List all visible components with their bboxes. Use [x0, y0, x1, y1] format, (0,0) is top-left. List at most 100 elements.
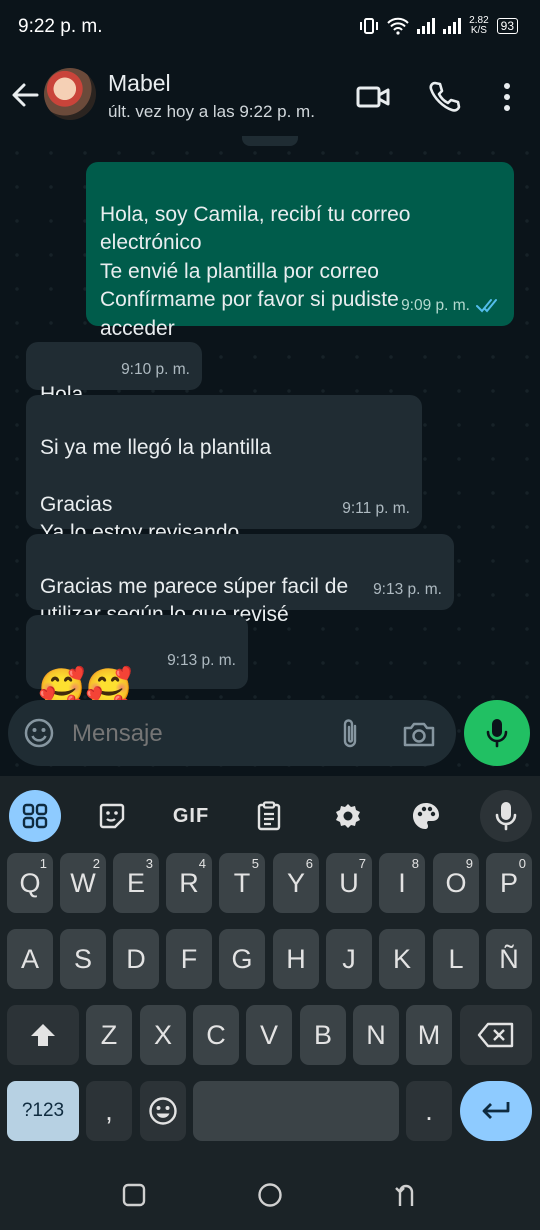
chat-area[interactable]: Hola, soy Camila, recibí tu correo elect…	[0, 136, 540, 776]
key-p[interactable]: P0	[486, 853, 532, 913]
net-speed: 2.82 K/S	[469, 16, 488, 36]
key-c[interactable]: C	[193, 1005, 239, 1065]
back-icon[interactable]	[394, 1182, 418, 1208]
status-icons: 2.82 K/S 93	[359, 16, 518, 36]
back-arrow-icon[interactable]	[10, 80, 40, 110]
message-time: 9:13 p. m.	[167, 652, 236, 669]
key-label: U	[339, 867, 359, 898]
system-nav-bar	[0, 1160, 540, 1230]
key-v[interactable]: V	[246, 1005, 292, 1065]
message-bubble-outgoing[interactable]: Hola, soy Camila, recibí tu correo elect…	[86, 162, 514, 340]
key-a[interactable]: A	[7, 929, 53, 989]
symbols-key[interactable]: ?123	[7, 1081, 79, 1141]
keyboard-apps-button[interactable]	[9, 790, 61, 842]
key-s[interactable]: S	[60, 929, 106, 989]
emoji-key[interactable]	[140, 1081, 186, 1141]
key-x[interactable]: X	[140, 1005, 186, 1065]
key-e[interactable]: E3	[113, 853, 159, 913]
key-label: Y	[286, 867, 305, 898]
camera-icon[interactable]	[402, 720, 436, 748]
key-w[interactable]: W2	[60, 853, 106, 913]
battery-level: 93	[496, 18, 518, 34]
backspace-key[interactable]	[460, 1005, 532, 1065]
voice-typing-button[interactable]	[480, 790, 532, 842]
key-q[interactable]: Q1	[7, 853, 53, 913]
signal-icon	[417, 18, 436, 34]
key-t[interactable]: T5	[219, 853, 265, 913]
message-input[interactable]	[70, 714, 324, 754]
home-icon[interactable]	[257, 1182, 283, 1208]
key-label: R	[179, 867, 199, 898]
emoji-icon[interactable]	[24, 718, 54, 748]
recent-apps-icon[interactable]	[122, 1183, 146, 1207]
key-n-tilde[interactable]: Ñ	[486, 929, 532, 989]
message-meta: 9:13 p. m.	[167, 639, 236, 683]
more-options-icon[interactable]	[490, 80, 524, 114]
enter-key[interactable]	[460, 1081, 532, 1141]
shift-icon	[31, 1024, 55, 1046]
video-call-icon[interactable]	[356, 80, 390, 114]
message-bubble-incoming[interactable]: Gracias me parece súper facil de utiliza…	[26, 534, 454, 626]
signal-icon-2	[443, 18, 462, 34]
period-key[interactable]: .	[406, 1081, 452, 1141]
key-f[interactable]: F	[166, 929, 212, 989]
voice-call-icon[interactable]	[427, 80, 461, 114]
key-label: T	[233, 867, 251, 898]
settings-button[interactable]	[322, 790, 374, 842]
key-label: W	[70, 867, 96, 898]
shift-key[interactable]	[7, 1005, 79, 1065]
emoji-icon	[149, 1097, 177, 1125]
key-h[interactable]: H	[273, 929, 319, 989]
key-hint: 2	[92, 856, 100, 871]
key-i[interactable]: I8	[379, 853, 425, 913]
comma-key[interactable]: ,	[86, 1081, 132, 1141]
key-z[interactable]: Z	[86, 1005, 132, 1065]
key-hint: 7	[358, 856, 366, 871]
message-time: 9:09 p. m.	[401, 296, 470, 314]
clipboard-button[interactable]	[243, 790, 295, 842]
space-key[interactable]	[193, 1081, 399, 1141]
key-hint: 3	[145, 856, 153, 871]
key-r[interactable]: R4	[166, 853, 212, 913]
key-u[interactable]: U7	[326, 853, 372, 913]
message-composer[interactable]	[8, 700, 456, 766]
message-bubble-incoming[interactable]: 🥰🥰 9:13 p. m.	[26, 615, 248, 710]
key-l[interactable]: L	[433, 929, 479, 989]
enter-icon	[482, 1102, 510, 1119]
message-meta: 9:13 p. m.	[373, 576, 442, 605]
contact-name[interactable]: Mabel	[108, 70, 171, 97]
scroll-indicator	[242, 136, 298, 146]
key-g[interactable]: G	[219, 929, 265, 989]
message-meta: 9:10 p. m.	[121, 356, 190, 385]
key-m[interactable]: M	[406, 1005, 452, 1065]
microphone-icon	[495, 802, 517, 831]
key-label: O	[445, 867, 467, 898]
gif-button[interactable]: GIF	[165, 790, 217, 842]
status-bar: 9:22 p. m. 2.82 K/S 93	[0, 0, 540, 56]
key-j[interactable]: J	[326, 929, 372, 989]
key-b[interactable]: B	[300, 1005, 346, 1065]
palette-icon	[413, 803, 439, 829]
key-label: I	[398, 867, 406, 898]
grid-icon	[22, 803, 48, 829]
voice-message-button[interactable]	[464, 700, 530, 766]
backspace-icon	[477, 1022, 514, 1048]
attach-icon[interactable]	[338, 718, 362, 750]
avatar[interactable]	[44, 68, 96, 120]
sticker-button[interactable]	[86, 790, 138, 842]
key-hint: 6	[305, 856, 313, 871]
key-k[interactable]: K	[379, 929, 425, 989]
theme-button[interactable]	[400, 790, 452, 842]
last-seen-status: últ. vez hoy a las 9:22 p. m.	[108, 102, 315, 121]
message-meta: 9:09 p. m.	[401, 292, 502, 321]
message-bubble-incoming[interactable]: Si ya me llegó la plantilla Gracias Ya l…	[26, 395, 422, 544]
key-label: Q	[19, 867, 41, 898]
key-y[interactable]: Y6	[273, 853, 319, 913]
message-bubble-incoming[interactable]: Hola 9:10 p. m.	[26, 342, 202, 406]
wifi-icon	[387, 17, 409, 35]
key-o[interactable]: O9	[433, 853, 479, 913]
key-label: P	[499, 867, 518, 898]
sticker-icon	[99, 803, 125, 829]
key-n[interactable]: N	[353, 1005, 399, 1065]
key-d[interactable]: D	[113, 929, 159, 989]
